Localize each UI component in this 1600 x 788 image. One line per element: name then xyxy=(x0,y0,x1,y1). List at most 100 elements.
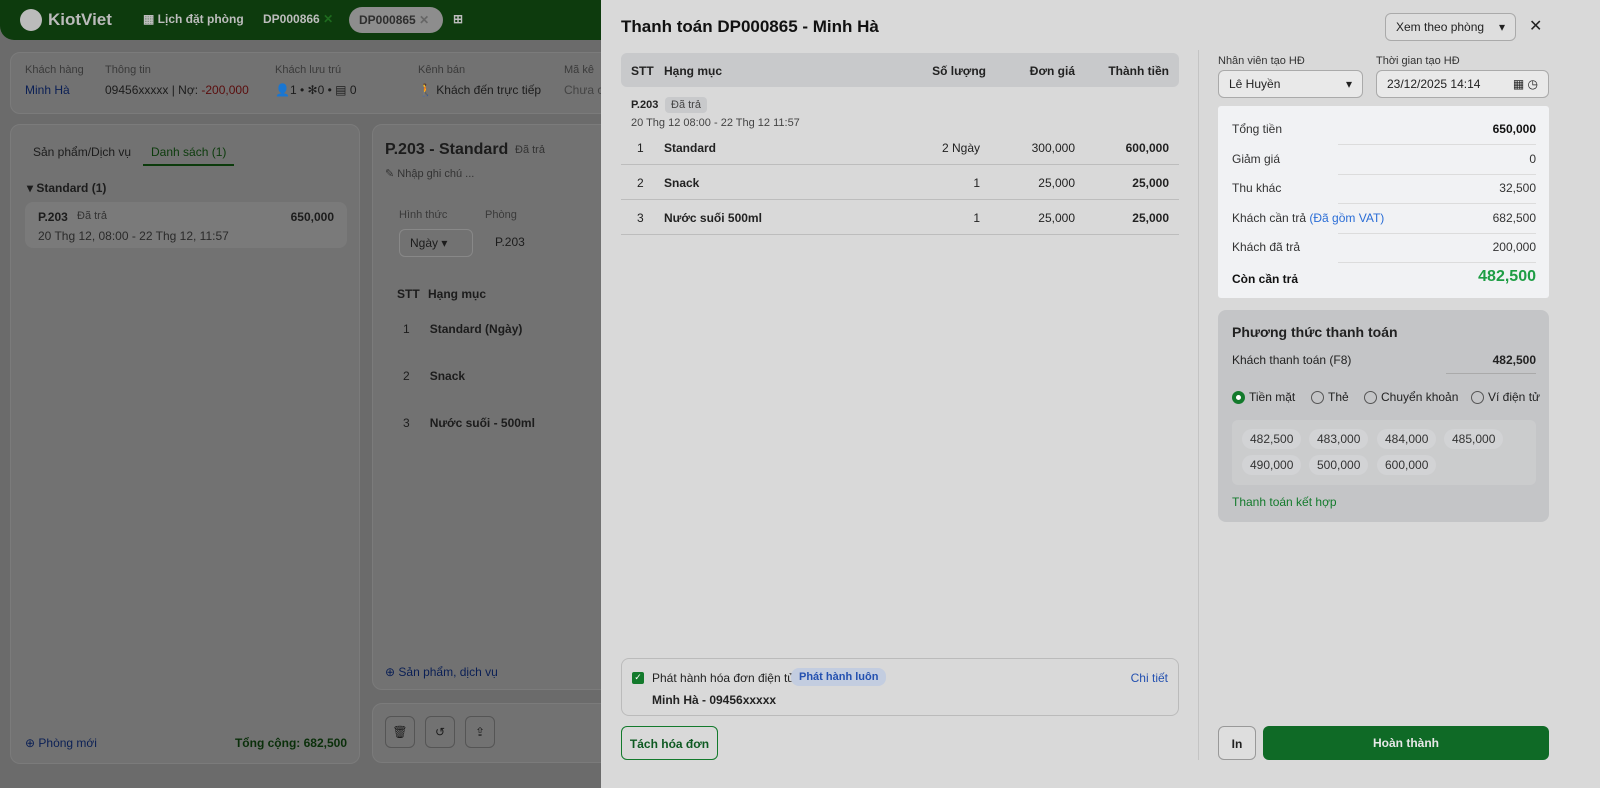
item-row[interactable]: 3 Nước suối - 500ml xyxy=(403,416,535,430)
customer-link[interactable]: Minh Hà xyxy=(25,83,70,97)
radio xyxy=(1471,390,1484,404)
add-service-label: Sản phẩm, dịch vụ xyxy=(398,665,498,679)
quick-amount-chip[interactable]: 482,500 xyxy=(1242,429,1302,449)
note-input[interactable]: ✎ Nhập ghi chú ... xyxy=(385,167,474,180)
time-value: 23/12/2025 14:14 xyxy=(1387,77,1481,91)
quick-amount-chip[interactable]: 490,000 xyxy=(1242,455,1302,475)
chevron-down-icon: ▾ xyxy=(1345,77,1352,91)
method-label: Tiền mặt xyxy=(1249,390,1296,404)
row-qty: 1 xyxy=(973,176,980,190)
row-stt: 3 xyxy=(637,211,644,225)
row-stt: 2 xyxy=(637,176,644,190)
new-room-label: Phòng mới xyxy=(38,736,97,750)
summary-label-text: Tổng tiền xyxy=(1232,122,1283,136)
combined-payment-link[interactable]: Thanh toán kết hợp xyxy=(1232,495,1337,509)
col-price: Đơn giá xyxy=(1029,64,1075,78)
chevron-down-icon: ▾ xyxy=(1498,20,1505,34)
add-service-button[interactable]: ⊕ Sản phẩm, dịch vụ xyxy=(385,665,498,679)
tab-dp000866[interactable]: DP000866 ✕ xyxy=(263,12,333,26)
split-invoice-button[interactable]: Tách hóa đơn xyxy=(621,726,718,760)
method-card[interactable]: Thẻ xyxy=(1311,390,1349,404)
quick-amount-chip[interactable]: 500,000 xyxy=(1309,455,1369,475)
group-label: Standard (1) xyxy=(36,181,107,195)
einvoice-checkbox[interactable]: ✓ xyxy=(632,672,644,684)
tab-list[interactable]: Danh sách (1) xyxy=(143,145,235,166)
view-mode-select[interactable]: Xem theo phòng ▾ xyxy=(1385,13,1516,41)
export-icon[interactable]: ⇪ xyxy=(465,716,495,748)
quick-amount-chip[interactable]: 485,000 xyxy=(1444,429,1504,449)
einvoice-label: Phát hành hóa đơn điện tử xyxy=(652,671,796,685)
view-mode-value: Xem theo phòng xyxy=(1396,20,1485,34)
customer-pay-input[interactable]: 482,500 xyxy=(1446,353,1536,374)
quick-amount-chip[interactable]: 484,000 xyxy=(1377,429,1437,449)
brand-name: KiotViet xyxy=(48,10,112,29)
summary-label: Thu khác xyxy=(1232,181,1281,195)
logo-icon xyxy=(20,9,42,31)
summary-label-text: Khách đã trả xyxy=(1232,240,1301,254)
summary-label-text: Khách cần trả xyxy=(1232,210,1307,225)
item-row[interactable]: 1 Standard (Ngày) xyxy=(403,322,522,336)
row-total: 25,000 xyxy=(1132,176,1169,190)
info-label: Thông tin xyxy=(105,64,151,76)
close-icon[interactable]: ✕ xyxy=(419,13,429,27)
detail-link[interactable]: Chi tiết xyxy=(1131,671,1168,685)
room-label: Phòng xyxy=(485,209,517,221)
item-name: Snack xyxy=(429,369,466,383)
guests-label: Khách lưu trú xyxy=(275,64,342,76)
booking-calendar-tab[interactable]: ▦ Lịch đặt phòng xyxy=(143,12,244,26)
quick-amount-chip[interactable]: 483,000 xyxy=(1309,429,1369,449)
row-total: 600,000 xyxy=(1125,141,1169,155)
info-value: 09456xxxxx | Nợ: -200,000 xyxy=(105,83,249,97)
guest-counts: 👤1 • ✻0 • ▤ 0 xyxy=(275,83,357,97)
method-transfer[interactable]: Chuyển khoản xyxy=(1364,390,1458,404)
room-dates: 20 Thg 12 08:00 - 22 Thg 12 11:57 xyxy=(631,117,800,129)
row-price: 25,000 xyxy=(1038,211,1075,225)
payment-modal: Thanh toán DP000865 - Minh Hà Xem theo p… xyxy=(601,0,1600,788)
tab-label: DP000865 xyxy=(359,13,416,27)
divider xyxy=(1338,262,1536,263)
group-standard[interactable]: ▾ Standard (1) xyxy=(27,181,106,195)
complete-button[interactable]: Hoàn thành xyxy=(1263,726,1549,760)
time-label: Thời gian tạo HĐ xyxy=(1376,55,1460,67)
tab-dp000865[interactable]: DP000865 ✕ xyxy=(349,7,443,33)
close-icon[interactable]: ✕ xyxy=(323,12,333,26)
close-icon[interactable]: ✕ xyxy=(1529,16,1542,36)
action-bar: 🗑 ↺ ⇪ xyxy=(372,703,612,763)
form-label: Hình thức xyxy=(399,209,448,221)
method-ewallet[interactable]: Ví điện tử xyxy=(1471,390,1540,404)
delete-icon[interactable]: 🗑 xyxy=(385,716,415,748)
customer-pay-label: Khách thanh toán (F8) xyxy=(1232,353,1352,367)
history-icon[interactable]: ↺ xyxy=(425,716,455,748)
col-stt: STT xyxy=(397,287,420,301)
phone: 09456xxxxx xyxy=(105,83,169,97)
quick-amount-chip[interactable]: 600,000 xyxy=(1377,455,1437,475)
tab-products[interactable]: Sản phẩm/Dịch vụ xyxy=(33,145,131,159)
status-badge: Đã trả xyxy=(665,97,707,113)
item-name: Nước suối - 500ml xyxy=(429,416,535,430)
summary-label: Giảm giá xyxy=(1232,152,1280,166)
total: Tổng cộng: 682,500 xyxy=(234,736,347,750)
print-button[interactable]: In xyxy=(1218,726,1256,760)
room-title: P.203 - Standard xyxy=(385,141,509,158)
payment-summary: Tổng tiền 650,000 Giảm giá 0 Thu khác 32… xyxy=(1218,106,1549,298)
summary-label-text: Giảm giá xyxy=(1232,151,1281,166)
radio xyxy=(1364,390,1377,404)
summary-value: 200,000 xyxy=(1492,240,1536,254)
method-cash[interactable]: Tiền mặt xyxy=(1232,390,1295,404)
form-select[interactable]: Ngày ▾ xyxy=(399,229,473,257)
radio-checked xyxy=(1232,390,1245,404)
time-input[interactable]: 23/12/2025 14:14 ▦ ◷ xyxy=(1376,70,1549,98)
staff-select[interactable]: Lê Huyền ▾ xyxy=(1218,70,1363,98)
item-row[interactable]: 2 Snack xyxy=(403,369,465,383)
einvoice-badge: Phát hành luôn xyxy=(791,668,887,686)
add-tab-icon[interactable]: ⊞ xyxy=(453,12,463,26)
summary-value: 650,000 xyxy=(1492,122,1536,136)
room-card[interactable]: P.203 Đã trả 650,000 20 Thg 12, 08:00 - … xyxy=(25,202,347,248)
payment-methods-panel: Phương thức thanh toán Khách thanh toán … xyxy=(1218,310,1549,522)
calendar-clock-icon[interactable]: ▦ ◷ xyxy=(1513,77,1538,91)
room-amount: 650,000 xyxy=(290,210,334,224)
new-room-button[interactable]: ⊕ Phòng mới xyxy=(25,736,97,750)
summary-label-text: Còn cần trả xyxy=(1232,271,1299,286)
room-select[interactable]: P.203 xyxy=(485,229,595,255)
summary-label: Khách đã trả xyxy=(1232,240,1300,254)
